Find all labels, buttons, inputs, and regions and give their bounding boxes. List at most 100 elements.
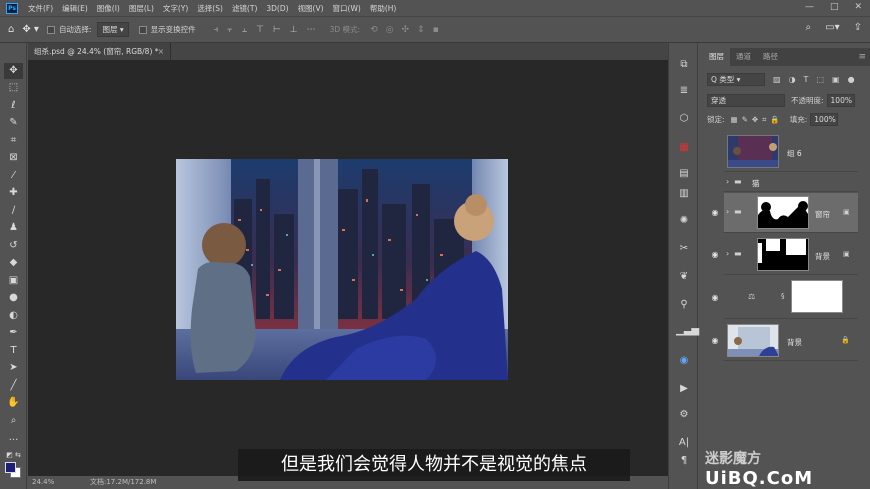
minimize-icon[interactable]: — [805, 2, 814, 12]
history-brush-tool-icon[interactable]: ↺ [4, 238, 23, 254]
filter-toggle-icon[interactable]: ● [848, 75, 855, 84]
menu-3d[interactable]: 3D(D) [266, 4, 288, 13]
auto-select-dropdown[interactable]: 图层 ▾ [97, 22, 129, 37]
menu-layer[interactable]: 图层(L) [129, 3, 154, 14]
expand-chevron-icon[interactable]: › [726, 207, 729, 216]
menu-window[interactable]: 窗口(W) [333, 3, 361, 14]
menu-view[interactable]: 视图(V) [298, 3, 324, 14]
pen-tool-icon[interactable]: ✒ [4, 325, 23, 341]
actions-panel-icon[interactable]: ▶ [676, 381, 692, 397]
3d-roll-icon[interactable]: ◎ [386, 25, 394, 35]
visibility-eye-icon[interactable]: ◉ [710, 336, 720, 346]
adjustment-layer-row[interactable]: ◉ ⚖ § [712, 277, 858, 319]
clone-source-panel-icon[interactable]: ⚲ [676, 297, 692, 313]
filter-type-icon[interactable]: T [804, 75, 809, 84]
menu-filter[interactable]: 滤镜(T) [232, 3, 257, 14]
layer-name[interactable]: 组 6 [787, 148, 802, 159]
tab-paths[interactable]: 路径 [757, 48, 784, 66]
filter-pixel-icon[interactable]: ▨ [773, 75, 781, 84]
timeline-panel-icon[interactable]: ⚙ [676, 407, 692, 423]
clone-stamp-tool-icon[interactable]: ♟ [4, 220, 23, 236]
healing-brush-tool-icon[interactable]: ✚ [4, 185, 23, 201]
expand-chevron-icon[interactable]: › [726, 177, 729, 186]
mask-link-icon[interactable]: § [781, 292, 785, 300]
layer-name[interactable]: 窗帘 [815, 209, 830, 220]
shape-tool-icon[interactable]: ╱ [4, 378, 23, 394]
layer-name[interactable]: 背景 [815, 251, 830, 262]
tab-layers[interactable]: 图层 [703, 48, 730, 66]
align-bottom-icon[interactable]: ⊥ [290, 25, 298, 35]
visibility-eye-icon[interactable]: ◉ [710, 250, 720, 260]
hand-tool-icon[interactable]: ✋ [4, 395, 23, 411]
document-tab[interactable]: 组杀.psd @ 24.4% (窗帘, RGB/8) * × [28, 43, 171, 60]
search-icon[interactable]: ⌕ [806, 22, 812, 33]
filter-adjustment-icon[interactable]: ◑ [789, 75, 796, 84]
visibility-eye-icon[interactable]: ◉ [710, 293, 720, 303]
align-right-icon[interactable]: ⫠ [242, 25, 247, 35]
quick-select-tool-icon[interactable]: ✎ [4, 115, 23, 131]
menu-file[interactable]: 文件(F) [28, 3, 53, 14]
show-transform-checkbox[interactable] [138, 25, 147, 34]
layer-group-row[interactable]: ◉ › ▬ 背景 ▣ [712, 235, 858, 275]
close-tab-icon[interactable]: × [158, 43, 164, 60]
blend-mode-dropdown[interactable]: 穿透 [707, 94, 785, 107]
expand-chevron-icon[interactable]: › [726, 249, 729, 258]
lasso-tool-icon[interactable]: ℓ [4, 98, 23, 114]
zoom-tool-icon[interactable]: ⌕ [4, 413, 23, 429]
distribute-icon[interactable]: ⋯ [307, 25, 316, 35]
document-image[interactable] [176, 159, 508, 380]
menu-image[interactable]: 图像(I) [97, 3, 120, 14]
panel-menu-icon[interactable]: ≡ [858, 52, 866, 62]
visibility-eye-icon[interactable]: ◉ [710, 208, 720, 218]
layer-mask-thumbnail[interactable] [757, 196, 809, 229]
adjustments-panel-icon[interactable]: ≣ [676, 83, 692, 99]
default-colors-icon[interactable]: ◩ ⇆ [4, 447, 23, 463]
patterns-panel-icon[interactable]: ✺ [676, 213, 692, 229]
canvas-area[interactable] [28, 60, 668, 476]
character-panel-icon[interactable]: A| [676, 435, 692, 451]
align-middle-icon[interactable]: ⊢ [273, 25, 281, 35]
swatches-panel-icon[interactable]: ▤ [676, 166, 692, 182]
gradient-tool-icon[interactable]: ▣ [4, 273, 23, 289]
marquee-tool-icon[interactable]: ⬚ [4, 80, 23, 96]
home-icon[interactable]: ⌂ [8, 24, 14, 35]
layer-name[interactable]: 背景 [787, 337, 802, 348]
close-icon[interactable]: ✕ [854, 2, 862, 12]
path-selection-tool-icon[interactable]: ➤ [4, 360, 23, 376]
type-tool-icon[interactable]: T [4, 343, 23, 359]
layer-mask-thumbnail[interactable] [791, 280, 843, 313]
align-center-icon[interactable]: ⫟ [227, 25, 232, 35]
3d-orbit-icon[interactable]: ⟲ [370, 25, 378, 35]
menu-edit[interactable]: 编辑(E) [62, 3, 88, 14]
layer-name[interactable]: 猫 [752, 178, 760, 189]
background-layer-row[interactable]: ◉ 背景 🔒 [712, 321, 858, 361]
restore-icon[interactable]: □ [830, 2, 839, 12]
move-tool-icon[interactable]: ✥ [4, 63, 23, 79]
foreground-color-swatch[interactable] [5, 462, 16, 473]
auto-select-checkbox[interactable] [46, 25, 55, 34]
share-icon[interactable]: ⇪ [854, 22, 862, 33]
menu-help[interactable]: 帮助(H) [370, 3, 397, 14]
eyedropper-tool-icon[interactable]: ⁄ [4, 168, 23, 184]
filter-smart-object-icon[interactable]: ▣ [832, 75, 840, 84]
blur-tool-icon[interactable]: ● [4, 290, 23, 306]
crop-tool-icon[interactable]: ⌗ [4, 133, 23, 149]
eraser-tool-icon[interactable]: ◆ [4, 255, 23, 271]
brush-panel-icon[interactable]: ❦ [676, 269, 692, 285]
align-left-icon[interactable]: ⫞ [214, 25, 219, 35]
brush-tool-icon[interactable]: ∕ [4, 203, 23, 219]
color-panel-icon[interactable]: ▦ [676, 140, 692, 156]
histogram-panel-icon[interactable]: ▁▃▅ [676, 323, 699, 339]
history-panel-icon[interactable]: ⧉ [676, 57, 692, 73]
gradients-panel-icon[interactable]: ▥ [676, 186, 692, 202]
photoshop-logo-icon[interactable]: Ps [6, 2, 18, 14]
zoom-level[interactable]: 24.4% [32, 476, 54, 489]
navigator-panel-icon[interactable]: ◉ [676, 353, 692, 369]
menu-type[interactable]: 文字(Y) [163, 3, 188, 14]
filter-shape-icon[interactable]: ⬚ [816, 75, 824, 84]
opacity-input[interactable]: 100% [826, 94, 855, 107]
lock-icons[interactable]: ▦✎✥⌗🔒 [731, 115, 784, 125]
tab-channels[interactable]: 通道 [730, 48, 757, 66]
layer-mask-thumbnail[interactable] [757, 238, 809, 271]
align-top-icon[interactable]: ⊤ [256, 25, 264, 35]
